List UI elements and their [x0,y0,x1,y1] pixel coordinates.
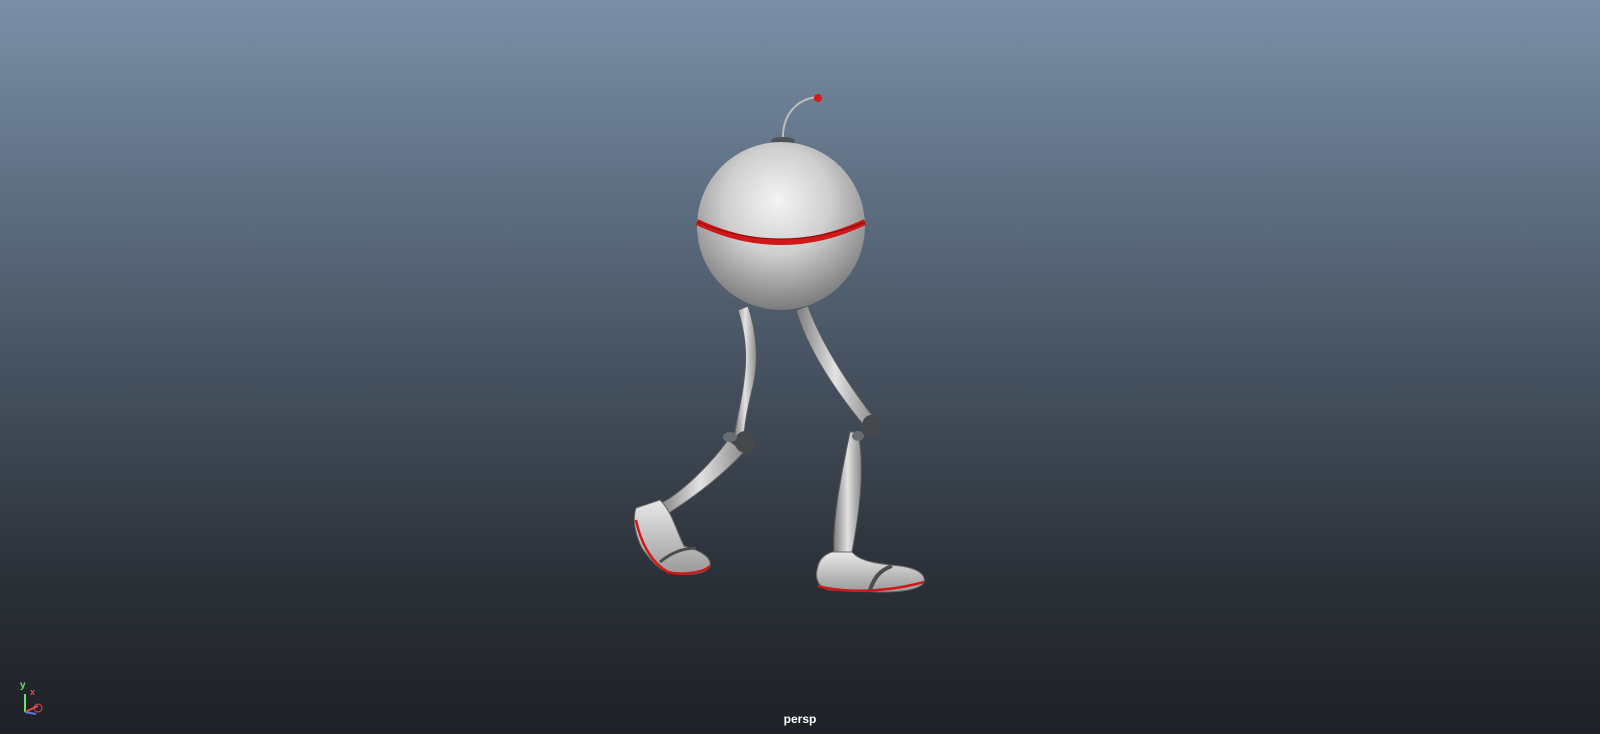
left-thigh [733,305,757,441]
right-shin [833,431,862,553]
left-shin [655,439,745,517]
axis-gizmo: y x [14,680,44,716]
antenna [781,96,818,141]
axis-icon [24,694,43,715]
head-sphere [697,142,865,310]
robot-character[interactable] [0,0,1600,734]
right-knee [862,415,880,437]
right-thigh [795,305,875,429]
camera-label: persp [783,712,817,726]
antenna-tip [814,94,822,102]
left-knee [735,431,755,453]
3d-viewport[interactable]: y x persp [0,0,1600,734]
